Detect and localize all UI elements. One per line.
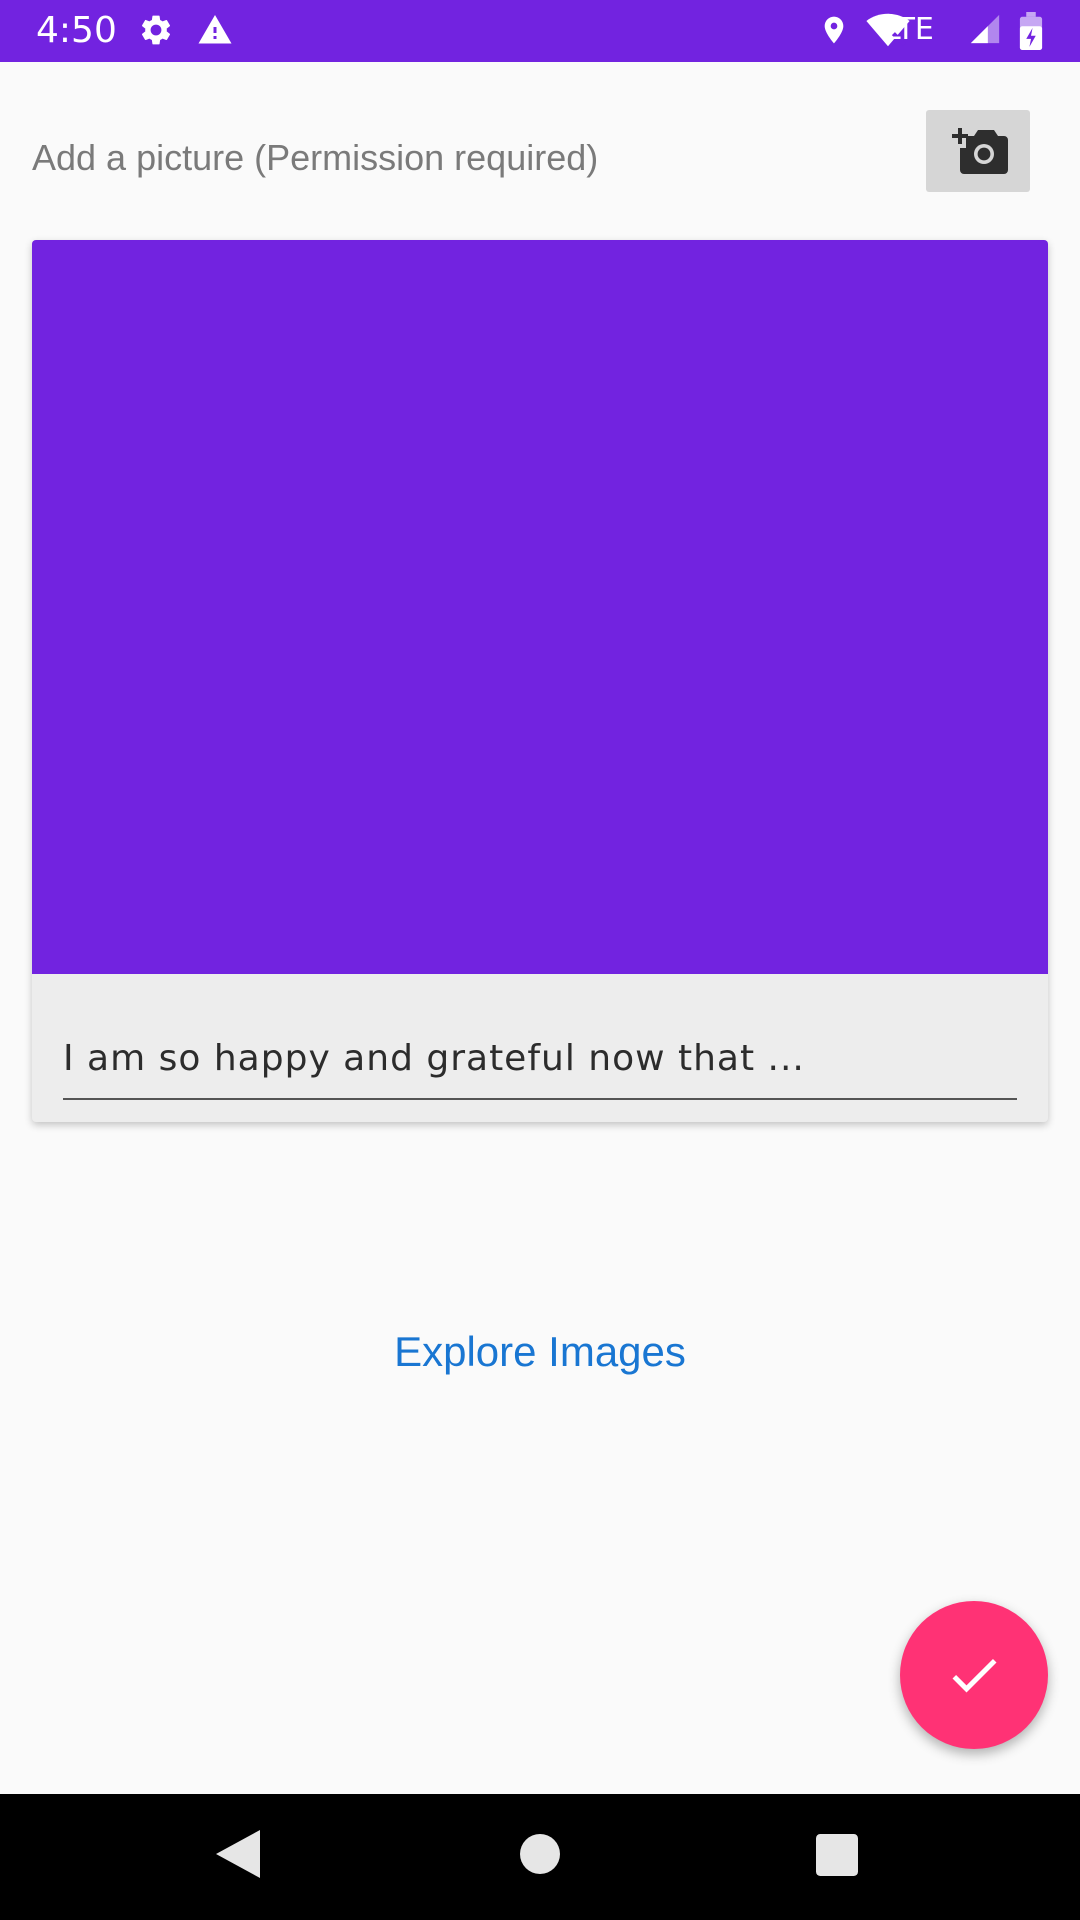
card-image[interactable]: [32, 240, 1048, 974]
gratitude-input[interactable]: [63, 1018, 1017, 1100]
status-time: 4:50: [36, 10, 117, 51]
confirm-fab[interactable]: [900, 1601, 1048, 1749]
battery-charging-icon: [1018, 12, 1044, 55]
add-picture-label: Add a picture (Permission required): [32, 137, 599, 178]
warning-icon: [196, 12, 234, 53]
add-a-photo-icon: [952, 128, 1008, 174]
check-icon: [952, 1658, 997, 1693]
signal-icon: [968, 12, 1002, 51]
gratitude-card: [32, 240, 1048, 1122]
location-icon: [818, 12, 850, 53]
status-bar: 4:50 LTE: [0, 0, 1080, 62]
back-icon[interactable]: [216, 1830, 260, 1878]
network-type: LTE: [884, 12, 934, 47]
add-photo-button[interactable]: [926, 110, 1030, 192]
nav-bar: [0, 1794, 1080, 1920]
recents-icon[interactable]: [816, 1834, 858, 1876]
settings-icon: [138, 12, 174, 53]
explore-images-link[interactable]: Explore Images: [0, 1326, 1080, 1378]
home-icon[interactable]: [520, 1834, 560, 1874]
